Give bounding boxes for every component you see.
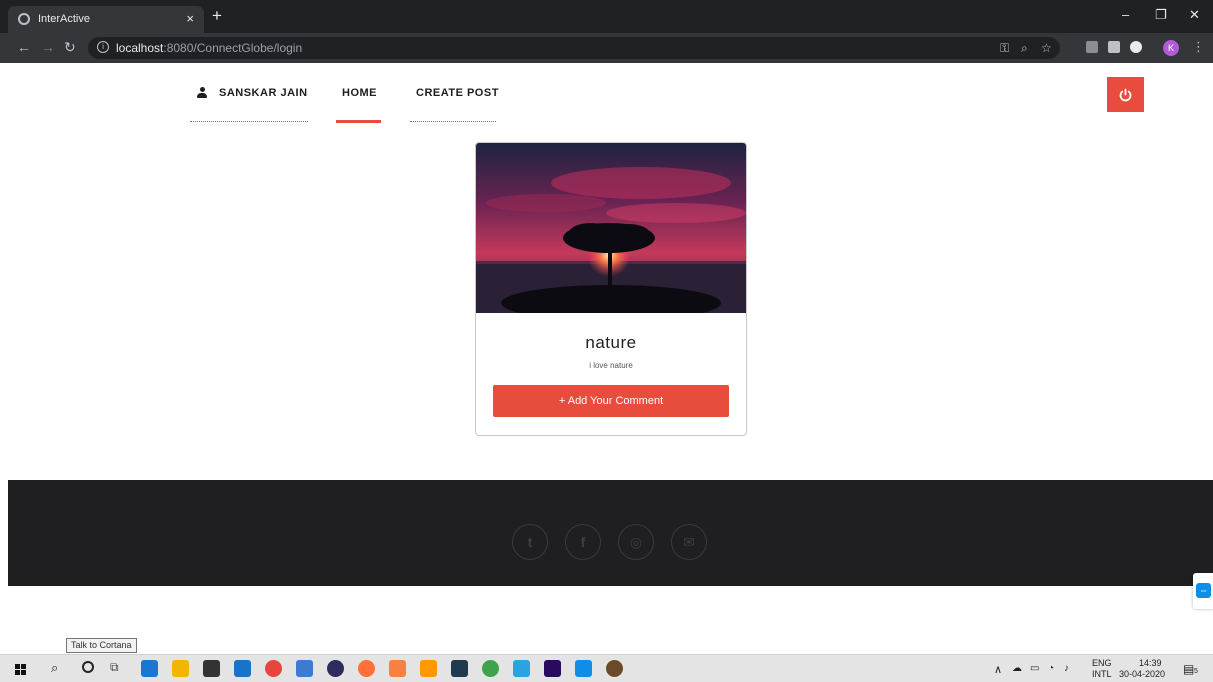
- post-description: i love nature: [589, 361, 633, 370]
- nav-user-underline: [190, 121, 308, 122]
- teamviewer-taskbar-icon[interactable]: [575, 660, 592, 677]
- post-card: nature i love nature + Add Your Comment: [475, 142, 747, 436]
- zoom-icon[interactable]: ⌕: [1021, 41, 1028, 56]
- extension-icon-2[interactable]: [1108, 41, 1120, 53]
- new-tab-button[interactable]: +: [212, 6, 222, 26]
- edge-icon[interactable]: [141, 660, 158, 677]
- teamviewer-icon: ⇔: [1196, 583, 1211, 598]
- wifi-icon[interactable]: ◔: [1048, 663, 1054, 674]
- premiere-icon[interactable]: [544, 660, 561, 677]
- minimize-button[interactable]: –: [1122, 7, 1129, 22]
- browser-toolbar: ← → ↻ i localhost:8080/ConnectGlobe/logi…: [0, 33, 1213, 63]
- media-app-icon[interactable]: [451, 660, 468, 677]
- search-icon[interactable]: ⌕: [51, 660, 58, 676]
- close-window-button[interactable]: ✕: [1189, 7, 1200, 23]
- back-arrow-icon[interactable]: ←: [17, 39, 31, 55]
- url-host: localhost: [116, 41, 164, 55]
- task-view-icon[interactable]: ⧉: [110, 660, 119, 675]
- email-icon[interactable]: ✉: [671, 524, 707, 560]
- chrome-icon[interactable]: [265, 660, 282, 677]
- forward-arrow-icon[interactable]: →: [41, 39, 55, 55]
- nav-active-indicator: [336, 120, 381, 123]
- nav-user-name[interactable]: SANSKAR JAIN: [219, 87, 308, 99]
- extension-icon-1[interactable]: [1086, 41, 1098, 53]
- url-path: :8080/ConnectGlobe/login: [163, 41, 303, 55]
- cloud-icon[interactable]: ☁: [1012, 663, 1022, 674]
- bookmark-star-icon[interactable]: ☆: [1041, 41, 1052, 55]
- tab-close-button[interactable]: ×: [186, 11, 194, 26]
- post-title: nature: [585, 333, 637, 352]
- url-text: localhost:8080/ConnectGlobe/login: [116, 41, 302, 55]
- facebook-icon[interactable]: f: [565, 524, 601, 560]
- volume-icon[interactable]: ♪: [1064, 663, 1069, 674]
- virtualbox-icon[interactable]: [296, 660, 313, 677]
- clock-date[interactable]: 30-04-2020: [1119, 669, 1165, 679]
- cortana-tooltip: Talk to Cortana: [66, 638, 137, 653]
- windows-taskbar: ⌕ ⧉ ∧ ☁ ▭ ◔ ♪ ENG INTL 14:39 30-04-2020 …: [0, 654, 1213, 682]
- profile-avatar[interactable]: K: [1163, 40, 1179, 56]
- nav-create-post[interactable]: CREATE POST: [416, 87, 499, 99]
- app-icon-green[interactable]: [482, 660, 499, 677]
- firefox-icon[interactable]: [358, 660, 375, 677]
- reload-icon[interactable]: ↻: [64, 39, 76, 56]
- store-icon[interactable]: [203, 660, 220, 677]
- logout-button[interactable]: [1107, 77, 1144, 112]
- eclipse-icon[interactable]: [327, 660, 344, 677]
- app-icon-blue[interactable]: [513, 660, 530, 677]
- nav-home[interactable]: HOME: [342, 87, 377, 99]
- notification-icon[interactable]: ▤: [1183, 662, 1194, 676]
- browser-tab-strip: InterActive × + – ❐ ✕: [0, 0, 1213, 33]
- notification-count: 5: [1194, 668, 1198, 675]
- power-icon: [1119, 88, 1132, 102]
- extension-icon-3[interactable]: [1130, 41, 1142, 53]
- browser-tab[interactable]: InterActive ×: [8, 6, 204, 33]
- mail-icon[interactable]: [234, 660, 251, 677]
- lang-bottom[interactable]: INTL: [1092, 669, 1112, 679]
- globe-icon: [18, 13, 30, 25]
- add-comment-button[interactable]: + Add Your Comment: [493, 385, 729, 417]
- clock-time[interactable]: 14:39: [1139, 658, 1162, 668]
- instagram-icon[interactable]: ◎: [618, 524, 654, 560]
- file-explorer-icon[interactable]: [172, 660, 189, 677]
- key-icon[interactable]: ⚿: [1000, 41, 1009, 56]
- maximize-button[interactable]: ❐: [1155, 7, 1167, 23]
- nav-create-post-underline: [410, 121, 496, 122]
- sublime-icon[interactable]: [420, 660, 437, 677]
- info-icon[interactable]: i: [97, 41, 109, 53]
- user-icon: [197, 87, 207, 98]
- tab-title: InterActive: [38, 13, 90, 25]
- app-icon-brown[interactable]: [606, 660, 623, 677]
- lang-top[interactable]: ENG: [1092, 658, 1112, 668]
- site-footer: t f ◎ ✉: [8, 480, 1213, 586]
- xampp-icon[interactable]: [389, 660, 406, 677]
- address-bar[interactable]: i localhost:8080/ConnectGlobe/login ⚿ ⌕ …: [88, 37, 1060, 59]
- teamviewer-widget[interactable]: ⇔: [1193, 573, 1213, 609]
- tray-chevron-icon[interactable]: ∧: [994, 663, 1002, 676]
- twitter-icon[interactable]: t: [512, 524, 548, 560]
- cortana-icon[interactable]: [82, 661, 94, 673]
- post-image: [476, 143, 746, 313]
- battery-icon[interactable]: ▭: [1030, 663, 1039, 674]
- browser-menu-icon[interactable]: ⋮: [1192, 39, 1205, 55]
- windows-start-icon[interactable]: [15, 664, 26, 675]
